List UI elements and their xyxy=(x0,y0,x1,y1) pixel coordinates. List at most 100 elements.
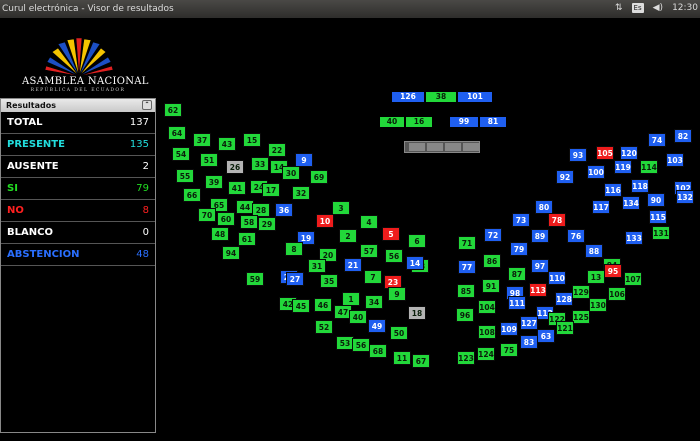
seat-blue[interactable]: 134 xyxy=(622,196,640,210)
seat-green[interactable]: 30 xyxy=(282,166,300,180)
keyboard-layout-indicator[interactable]: Es xyxy=(631,3,644,13)
seat-blue[interactable]: 73 xyxy=(512,213,530,227)
seat-blue[interactable]: 133 xyxy=(625,231,643,245)
seat-green[interactable]: 123 xyxy=(457,351,475,365)
seat-green[interactable]: 37 xyxy=(193,133,211,147)
seat-green[interactable]: 64 xyxy=(168,126,186,140)
seat-green[interactable]: 104 xyxy=(478,300,496,314)
seat-green[interactable]: 32 xyxy=(292,186,310,200)
seat-green[interactable]: 7 xyxy=(364,270,382,284)
seat-green[interactable]: 71 xyxy=(458,236,476,250)
seat-blue[interactable]: 77 xyxy=(458,260,476,274)
seat-green[interactable]: 1 xyxy=(342,292,360,306)
seat-blue[interactable]: 72 xyxy=(484,228,502,242)
seat-blue[interactable]: 74 xyxy=(648,133,666,147)
seat-green[interactable]: 56 xyxy=(352,338,370,352)
seat-green[interactable]: 9 xyxy=(388,287,406,301)
seat-red[interactable]: 105 xyxy=(596,146,614,160)
seat-gray[interactable]: 26 xyxy=(226,160,244,174)
seat-green[interactable]: 96 xyxy=(456,308,474,322)
seat-blue[interactable]: 83 xyxy=(520,335,538,349)
seat-red[interactable]: 5 xyxy=(382,227,400,241)
seat-blue[interactable]: 120 xyxy=(620,146,638,160)
seat-green[interactable]: 15 xyxy=(243,133,261,147)
seat-green[interactable]: 31 xyxy=(308,259,326,273)
seat-green[interactable]: 39 xyxy=(205,175,223,189)
seat-green[interactable]: 35 xyxy=(320,274,338,288)
seat-green[interactable]: 22 xyxy=(268,143,286,157)
seat-green[interactable]: 59 xyxy=(246,272,264,286)
seat-blue[interactable]: 63 xyxy=(537,329,555,343)
seat-green[interactable]: 129 xyxy=(572,285,590,299)
seat-green[interactable]: 56 xyxy=(385,249,403,263)
seat-gray[interactable]: 18 xyxy=(408,306,426,320)
seat-blue[interactable]: 118 xyxy=(631,179,649,193)
seat-green[interactable]: 66 xyxy=(183,188,201,202)
seat-green[interactable]: 43 xyxy=(218,137,236,151)
seat-green[interactable]: 33 xyxy=(251,157,269,171)
seat-green[interactable]: 4 xyxy=(360,215,378,229)
seat-blue[interactable]: 117 xyxy=(592,200,610,214)
seat-blue[interactable]: 49 xyxy=(368,319,386,333)
seat-blue[interactable]: 89 xyxy=(531,229,549,243)
seat-green[interactable]: 58 xyxy=(240,215,258,229)
seat-green[interactable]: 60 xyxy=(217,212,235,226)
seat-blue[interactable]: 14 xyxy=(406,256,424,270)
seat-green[interactable]: 75 xyxy=(500,343,518,357)
seat-green[interactable]: 131 xyxy=(652,226,670,240)
seat-green[interactable]: 51 xyxy=(200,153,218,167)
seat-blue[interactable]: 111 xyxy=(508,296,526,310)
seat-red[interactable]: 78 xyxy=(548,213,566,227)
seat-blue[interactable]: 128 xyxy=(555,292,573,306)
seat-blue[interactable]: 76 xyxy=(567,229,585,243)
seat-blue[interactable]: 97 xyxy=(531,259,549,273)
seat-blue[interactable]: 119 xyxy=(614,160,632,174)
network-icon[interactable]: ⇅ xyxy=(615,3,623,13)
seat-green[interactable]: 61 xyxy=(238,232,256,246)
seat-green[interactable]: 94 xyxy=(222,246,240,260)
seat-blue[interactable]: 79 xyxy=(510,242,528,256)
seat-green[interactable]: 107 xyxy=(624,272,642,286)
seat-blue[interactable]: 9 xyxy=(295,153,313,167)
seat-blue[interactable]: 110 xyxy=(548,271,566,285)
seat-green[interactable]: 69 xyxy=(310,170,328,184)
clock[interactable]: 12:30 xyxy=(672,3,698,13)
seat-green[interactable]: 55 xyxy=(176,169,194,183)
seat-green[interactable]: 68 xyxy=(369,344,387,358)
seat-blue[interactable]: 116 xyxy=(604,183,622,197)
seat-blue[interactable]: 36 xyxy=(275,203,293,217)
seat-red[interactable]: 10 xyxy=(316,214,334,228)
seat-green[interactable]: 50 xyxy=(390,326,408,340)
seat-green[interactable]: 34 xyxy=(365,295,383,309)
seat-green[interactable]: 57 xyxy=(360,244,378,258)
seat-blue[interactable]: 103 xyxy=(666,153,684,167)
seat-green[interactable]: 85 xyxy=(457,284,475,298)
seat-blue[interactable]: 115 xyxy=(649,210,667,224)
seat-blue[interactable]: 127 xyxy=(520,316,538,330)
seat-blue[interactable]: 21 xyxy=(344,258,362,272)
seat-green[interactable]: 87 xyxy=(508,267,526,281)
seat-red[interactable]: 95 xyxy=(604,264,622,278)
seat-green[interactable]: 8 xyxy=(285,242,303,256)
seat-green[interactable]: 108 xyxy=(478,325,496,339)
seat-green[interactable]: 70 xyxy=(198,208,216,222)
seat-green[interactable]: 54 xyxy=(172,147,190,161)
seat-green[interactable]: 52 xyxy=(315,320,333,334)
seat-green[interactable]: 29 xyxy=(258,217,276,231)
seat-blue[interactable]: 100 xyxy=(587,165,605,179)
seat-green[interactable]: 46 xyxy=(314,298,332,312)
seat-green[interactable]: 40 xyxy=(349,310,367,324)
seat-green[interactable]: 48 xyxy=(211,227,229,241)
seat-blue[interactable]: 92 xyxy=(556,170,574,184)
seat-green[interactable]: 6 xyxy=(408,234,426,248)
seat-blue[interactable]: 27 xyxy=(286,272,304,286)
seat-green[interactable]: 45 xyxy=(292,299,310,313)
seat-blue[interactable]: 93 xyxy=(569,148,587,162)
seat-blue[interactable]: 132 xyxy=(676,190,694,204)
seat-green[interactable]: 3 xyxy=(332,201,350,215)
seat-green[interactable]: 41 xyxy=(228,181,246,195)
collapse-icon[interactable]: ⌃ xyxy=(142,100,152,110)
seat-green[interactable]: 91 xyxy=(482,279,500,293)
seat-green[interactable]: 62 xyxy=(164,103,182,117)
seat-green[interactable]: 2 xyxy=(339,229,357,243)
